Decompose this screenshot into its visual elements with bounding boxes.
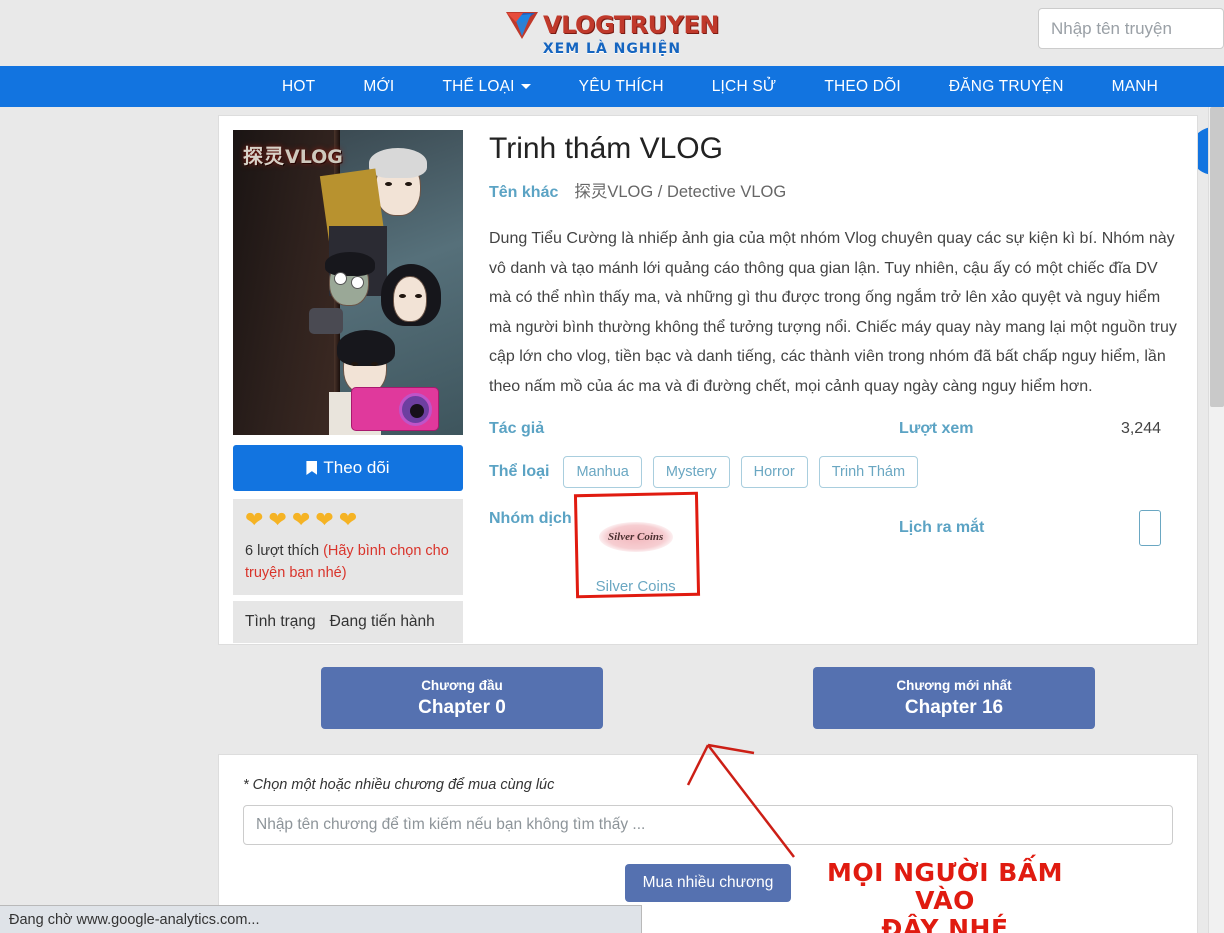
nav-item-hot[interactable]: HOT xyxy=(258,78,339,96)
browser-status-bar: Đang chờ www.google-analytics.com... xyxy=(0,905,642,933)
like-section: ❤❤❤❤❤ 6 lượt thích (Hãy bình chọn cho tr… xyxy=(233,499,463,595)
group-schedule-row: Nhóm dịch Silver Coins Silver Coins Lịch… xyxy=(489,491,1183,598)
genre-tag[interactable]: Trinh Thám xyxy=(818,455,919,488)
follow-button-label: Theo dõi xyxy=(323,458,390,477)
cover-title-text: 探灵VLOG xyxy=(243,144,343,168)
chapter-search-input[interactable] xyxy=(243,805,1173,845)
comic-detail-card: 探灵VLOG Theo dõi ❤❤❤❤❤ 6 lượt thích (Hãy … xyxy=(218,115,1198,645)
main-navigation: HOT MỚI THỂ LOẠI YÊU THÍCH LỊCH SỬ THEO … xyxy=(0,66,1224,107)
schedule-value-box xyxy=(1139,509,1161,546)
author-label: Tác giả xyxy=(489,419,545,437)
nav-item-theo-doi[interactable]: THEO DÕI xyxy=(800,78,925,96)
views-value: 3,244 xyxy=(1120,419,1161,437)
nav-item-moi[interactable]: MỚI xyxy=(339,78,418,96)
nav-item-manh[interactable]: MANH xyxy=(1088,78,1182,96)
translation-group-name: Silver Coins xyxy=(595,577,676,595)
translation-group-logo: Silver Coins xyxy=(583,505,688,568)
nav-label: LỊCH SỬ xyxy=(711,77,777,95)
group-logo-text: Silver Coins xyxy=(608,530,664,543)
nav-label: MỚI xyxy=(363,77,395,95)
nav-item-the-loai[interactable]: THỂ LOẠI xyxy=(418,78,554,96)
nav-label: YÊU THÍCH xyxy=(578,77,664,95)
latest-chapter-button[interactable]: Chương mới nhất Chapter 16 xyxy=(813,667,1095,729)
page-scrollbar[interactable] xyxy=(1208,107,1224,933)
genre-tag[interactable]: Manhua xyxy=(563,455,642,488)
chevron-down-icon xyxy=(520,84,531,89)
nav-item-yeu-thich[interactable]: YÊU THÍCH xyxy=(555,78,688,96)
nav-label: THỂ LOẠI xyxy=(442,77,515,95)
comic-info: Trinh thám VLOG Tên khác 探灵VLOG / Detect… xyxy=(463,130,1183,643)
schedule-label: Lịch ra mắt xyxy=(899,518,985,536)
genre-tag[interactable]: Horror xyxy=(740,455,808,488)
buy-multiple-chapters-button[interactable]: Mua nhiều chương xyxy=(624,864,792,902)
translation-group-card[interactable]: Silver Coins Silver Coins xyxy=(583,505,688,595)
cover-camera-icon xyxy=(351,387,439,431)
bulk-purchase-note: * Chọn một hoặc nhiều chương để mua cùng… xyxy=(243,777,555,793)
comic-cover-image: 探灵VLOG xyxy=(233,130,463,435)
scrollbar-thumb[interactable] xyxy=(1210,107,1224,407)
status-value: Đang tiến hành xyxy=(329,612,435,630)
status-section: Tình trạng Đang tiến hành xyxy=(233,600,463,643)
like-count: 6 lượt thích xyxy=(245,543,320,559)
nav-label: THEO DÕI xyxy=(824,77,901,95)
genre-list: Manhua Mystery Horror Trinh Thám xyxy=(563,455,919,488)
nav-item-lich-su[interactable]: LỊCH SỬ xyxy=(688,78,801,96)
logo-text-sub: XEM LÀ NGHIỆN xyxy=(542,41,682,57)
site-logo[interactable]: VLOGTRUYEN XEM LÀ NGHIỆN xyxy=(505,10,719,56)
follow-button[interactable]: Theo dõi xyxy=(233,445,463,491)
alt-name-label: Tên khác xyxy=(489,184,559,201)
page-body: 探灵VLOG Theo dõi ❤❤❤❤❤ 6 lượt thích (Hãy … xyxy=(0,107,1224,933)
latest-chapter-sublabel: Chương mới nhất xyxy=(896,677,1012,693)
bookmark-icon xyxy=(306,461,318,475)
nav-label: MANH xyxy=(1111,77,1159,95)
genre-row: Thể loại Manhua Mystery Horror Trinh Thá… xyxy=(489,455,1183,488)
search-container xyxy=(1038,8,1224,49)
logo-text-main: VLOGTRUYEN xyxy=(543,11,719,39)
status-label: Tình trạng xyxy=(245,612,316,630)
views-label: Lượt xem xyxy=(899,419,974,437)
alt-name-value: 探灵VLOG / Detective VLOG xyxy=(574,183,787,201)
nav-label: HOT xyxy=(282,77,316,95)
heart-rating[interactable]: ❤❤❤❤❤ xyxy=(245,509,453,531)
nav-label: ĐĂNG TRUYỆN xyxy=(948,77,1064,95)
site-header: VLOGTRUYEN XEM LÀ NGHIỆN xyxy=(0,0,1224,66)
genre-label: Thể loại xyxy=(489,462,550,480)
search-input[interactable] xyxy=(1038,8,1224,49)
author-views-row: Tác giả Lượt xem 3,244 xyxy=(489,420,1183,438)
chapter-nav-row: Chương đầu Chapter 0 Chương mới nhất Cha… xyxy=(218,667,1198,729)
logo-mark-icon xyxy=(505,10,539,40)
genre-tag[interactable]: Mystery xyxy=(652,455,730,488)
first-chapter-label: Chapter 0 xyxy=(418,696,506,718)
page-title: Trinh thám VLOG xyxy=(489,132,723,165)
first-chapter-sublabel: Chương đầu xyxy=(421,677,503,693)
comic-description: Dung Tiểu Cường là nhiếp ảnh gia của một… xyxy=(489,230,1177,395)
nav-item-dang-truyen[interactable]: ĐĂNG TRUYỆN xyxy=(925,78,1088,96)
alt-name-row: Tên khác 探灵VLOG / Detective VLOG xyxy=(489,178,1183,202)
group-label: Nhóm dịch xyxy=(489,509,572,527)
status-bar-text: Đang chờ www.google-analytics.com... xyxy=(9,911,260,928)
first-chapter-button[interactable]: Chương đầu Chapter 0 xyxy=(321,667,603,729)
latest-chapter-label: Chapter 16 xyxy=(904,696,1004,718)
comic-sidebar: 探灵VLOG Theo dõi ❤❤❤❤❤ 6 lượt thích (Hãy … xyxy=(233,130,463,643)
